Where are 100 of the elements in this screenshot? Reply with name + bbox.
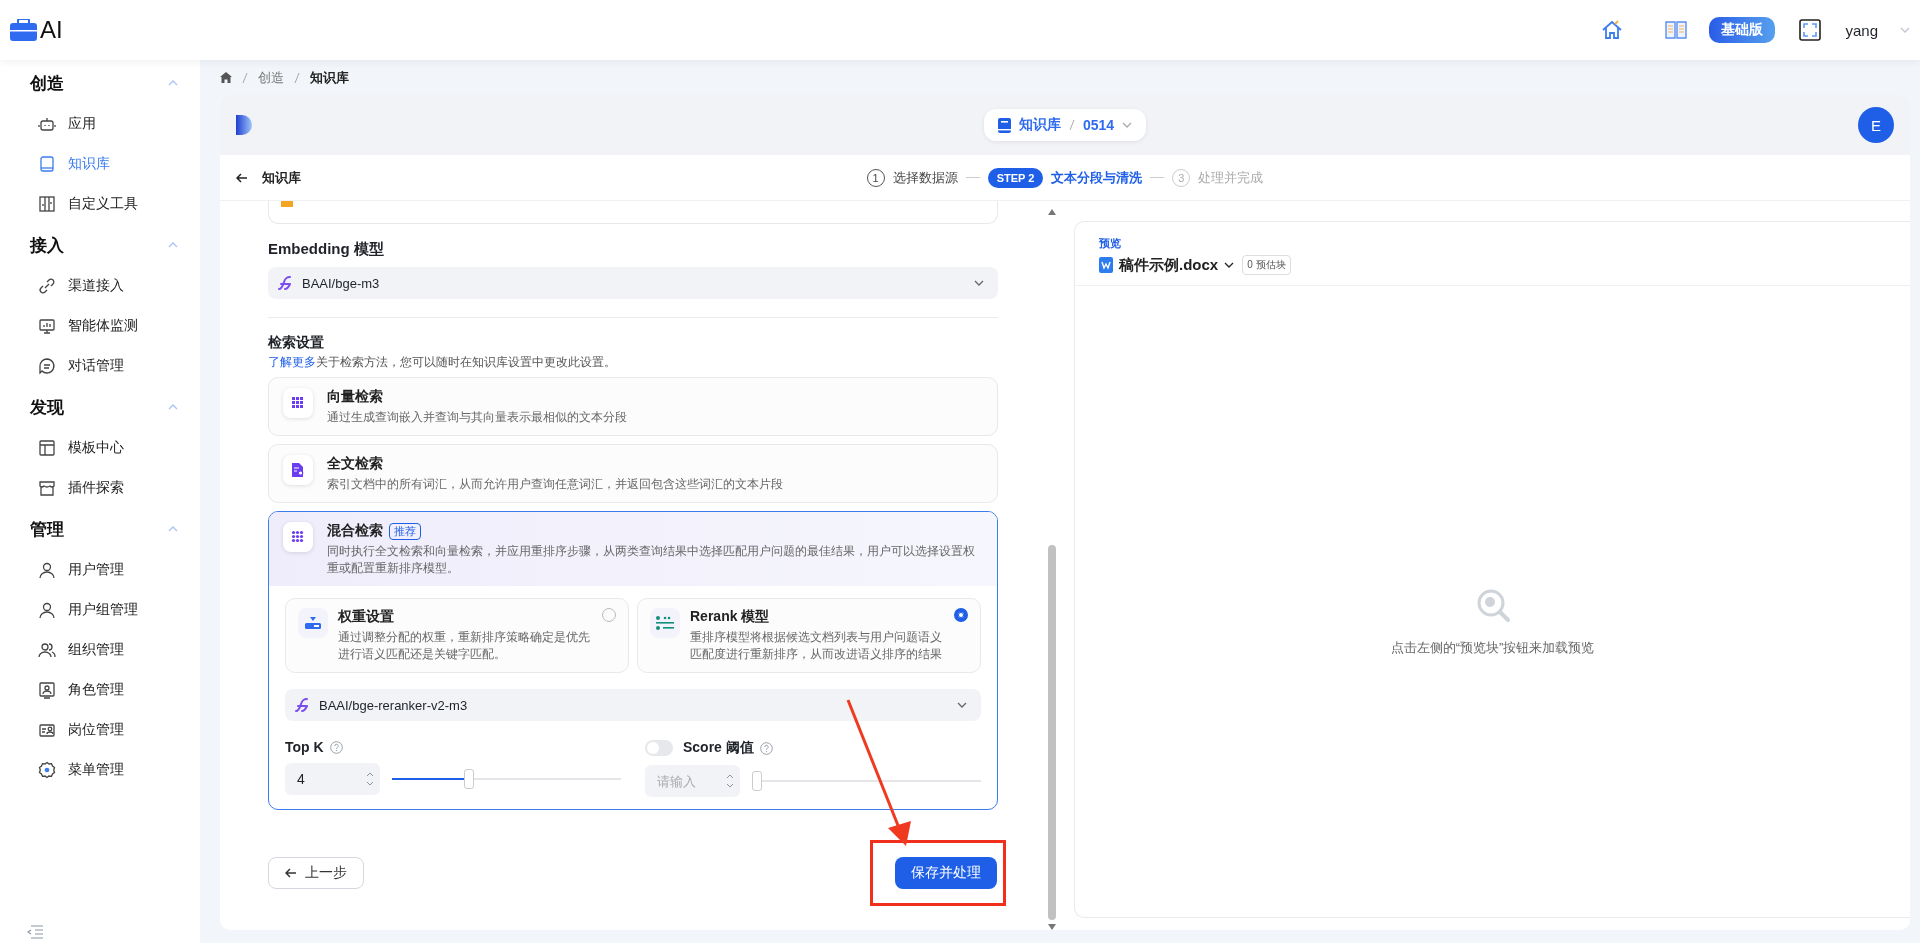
app-title: AI xyxy=(40,16,63,44)
preview-label: 预览 xyxy=(1099,236,1122,251)
monitor-icon xyxy=(38,317,56,335)
chevron-up-icon xyxy=(168,242,178,248)
chevron-up-icon xyxy=(168,404,178,410)
embedding-label: Embedding 模型 xyxy=(268,240,385,259)
toolbox-icon xyxy=(38,195,56,213)
id-card-icon xyxy=(38,681,56,699)
user-name[interactable]: yang xyxy=(1845,21,1878,39)
help-icon[interactable] xyxy=(759,741,773,755)
chevron-down-icon xyxy=(1900,27,1910,33)
chevron-up-icon xyxy=(168,526,178,532)
home-icon[interactable] xyxy=(220,72,232,83)
save-and-process-button[interactable]: 保存并处理 xyxy=(895,857,997,889)
option-title: 权重设置 xyxy=(338,608,395,626)
user-icon xyxy=(38,601,56,619)
sidebar-item[interactable]: 角色管理 xyxy=(0,670,192,710)
document-search-icon xyxy=(291,462,305,478)
learn-more-link[interactable]: 了解更多 xyxy=(268,355,316,369)
method-title: 混合检索 xyxy=(327,522,383,540)
step-label: 文本分段与清洗 xyxy=(1051,168,1143,187)
arrow-left-icon xyxy=(236,172,248,183)
step-marker: STEP 2 xyxy=(987,167,1044,188)
scroll-down-icon[interactable] xyxy=(1048,924,1056,930)
rerank-model-select[interactable]: BAAI/bge-reranker-v2-m3 xyxy=(285,689,981,721)
retrieval-method-card[interactable]: 向量检索 通过生成查询嵌入并查询与其向量表示最相似的文本分段 xyxy=(268,377,998,436)
logo-icon xyxy=(236,115,252,135)
help-icon[interactable] xyxy=(329,740,343,754)
sidebar-item[interactable]: 渠道接入 xyxy=(0,266,192,306)
sidebar-item[interactable]: 岗位管理 xyxy=(0,710,192,750)
rerank-option-card[interactable]: Rerank 模型 重排序模型将根据候选文档列表与用户问题语义匹配度进行重新排序，从而改进语义排序的结果 xyxy=(637,598,981,673)
sidebar-item[interactable]: 菜单管理 xyxy=(0,750,192,790)
retrieval-method-card[interactable]: 全文检索 索引文档中的所有词汇，从而允许用户查询任意词汇，并返回包含这些词汇的文本片段 xyxy=(268,444,998,503)
sidebar-item[interactable]: 对话管理 xyxy=(0,346,192,386)
slider-thumb[interactable] xyxy=(752,771,762,791)
top-k-label: Top K xyxy=(285,739,324,755)
method-description: 通过生成查询嵌入并查询与其向量表示最相似的文本分段 xyxy=(327,409,627,426)
sidebar-item[interactable]: 插件探索 xyxy=(0,468,192,508)
section-note: 了解更多关于检索方法，您可以随时在知识库设置中更改此设置。 xyxy=(268,354,617,371)
sidebar-item[interactable]: 智能体监测 xyxy=(0,306,192,346)
breadcrumb-current: 知识库 xyxy=(310,68,349,87)
scrollbar-thumb[interactable] xyxy=(1048,545,1056,920)
score-label: Score 阈值 xyxy=(683,739,754,757)
file-selector[interactable]: 稿件示例.docx xyxy=(1099,255,1235,275)
sidebar-group-header[interactable]: 创造 xyxy=(0,62,200,104)
method-description: 索引文档中的所有词汇，从而允许用户查询任意词汇，并返回包含这些词汇的文本片段 xyxy=(327,476,783,493)
warning-icon xyxy=(281,201,293,207)
rerank-option-card[interactable]: 权重设置 通过调整分配的权重，重新排序策略确定是优先进行语义匹配还是关键字匹配。 xyxy=(285,598,629,673)
sidebar-item[interactable]: 自定义工具 xyxy=(0,184,192,224)
user-avatar[interactable]: E xyxy=(1858,107,1894,143)
robot-icon xyxy=(38,115,56,133)
sort-list-icon xyxy=(656,616,674,630)
option-description: 重排序模型将根据候选文档列表与用户问题语义匹配度进行重新排序，从而改进语义排序的结果 xyxy=(690,629,943,663)
retrieval-method-card[interactable] xyxy=(268,511,998,810)
slash-separator-icon xyxy=(294,71,300,84)
method-description: 同时执行全文检索和向量检索，并应用重排序步骤，从两类查询结果中选择匹配用户问题的最佳结果，用户可以选择设置权重或配置重新排序模型。 xyxy=(327,543,976,577)
number-input[interactable]: 4 xyxy=(285,763,380,795)
embedding-model-select[interactable]: BAAI/bge-m3 xyxy=(268,267,998,299)
sidebar-item[interactable]: 知识库 xyxy=(0,144,192,184)
chevron-down-icon xyxy=(1224,262,1235,268)
store-icon xyxy=(38,479,56,497)
scroll-up-icon[interactable] xyxy=(1048,209,1056,215)
sidebar-group-header[interactable]: 接入 xyxy=(0,224,200,266)
sidebar-group-header[interactable]: 管理 xyxy=(0,508,200,550)
chevron-down-icon xyxy=(974,280,984,286)
previous-step-button[interactable]: 上一步 xyxy=(268,857,364,889)
step-label: 选择数据源 xyxy=(892,168,958,187)
recommended-badge: 推荐 xyxy=(389,522,421,540)
chevron-down-icon xyxy=(957,702,967,708)
collapse-menu-icon[interactable] xyxy=(26,925,44,939)
slash-separator-icon xyxy=(242,71,248,84)
sidebar-item[interactable]: 组织管理 xyxy=(0,630,192,670)
layout-icon xyxy=(38,439,56,457)
link-icon xyxy=(38,277,56,295)
sidebar-item[interactable]: 应用 xyxy=(0,104,192,144)
method-title: 全文检索 xyxy=(327,455,383,473)
chunk-count-badge: 0 预估块 xyxy=(1242,255,1291,275)
plan-badge[interactable]: 基础版 xyxy=(1709,17,1776,43)
dot-grid-icon xyxy=(291,530,305,544)
fullscreen-icon[interactable] xyxy=(1799,19,1822,41)
back-link[interactable]: 知识库 xyxy=(236,168,867,187)
radio-button[interactable] xyxy=(954,608,968,622)
sidebar-item[interactable]: 用户管理 xyxy=(0,550,192,590)
model-logo-icon xyxy=(278,276,292,290)
sidebar-item[interactable]: 模板中心 xyxy=(0,428,192,468)
option-title: Rerank 模型 xyxy=(690,608,771,626)
stepper-arrows-icon[interactable] xyxy=(726,773,734,789)
stepper-arrows-icon[interactable] xyxy=(366,771,374,787)
slider-thumb[interactable] xyxy=(464,769,475,789)
slash-separator-icon xyxy=(1068,119,1075,131)
chevron-down-icon xyxy=(1122,122,1133,128)
book-icon[interactable] xyxy=(1665,20,1688,40)
toggle-switch[interactable] xyxy=(645,740,673,756)
sidebar-group-header[interactable]: 发现 xyxy=(0,386,200,428)
breadcrumb-link[interactable]: 创造 xyxy=(258,68,284,87)
word-file-icon xyxy=(1099,257,1113,273)
option-description: 通过调整分配的权重，重新排序策略确定是优先进行语义匹配还是关键字匹配。 xyxy=(338,629,591,663)
sidebar-item[interactable]: 用户组管理 xyxy=(0,590,192,630)
knowledge-base-switcher[interactable]: 知识库 0514 xyxy=(983,109,1147,141)
home-icon[interactable] xyxy=(1601,20,1624,40)
